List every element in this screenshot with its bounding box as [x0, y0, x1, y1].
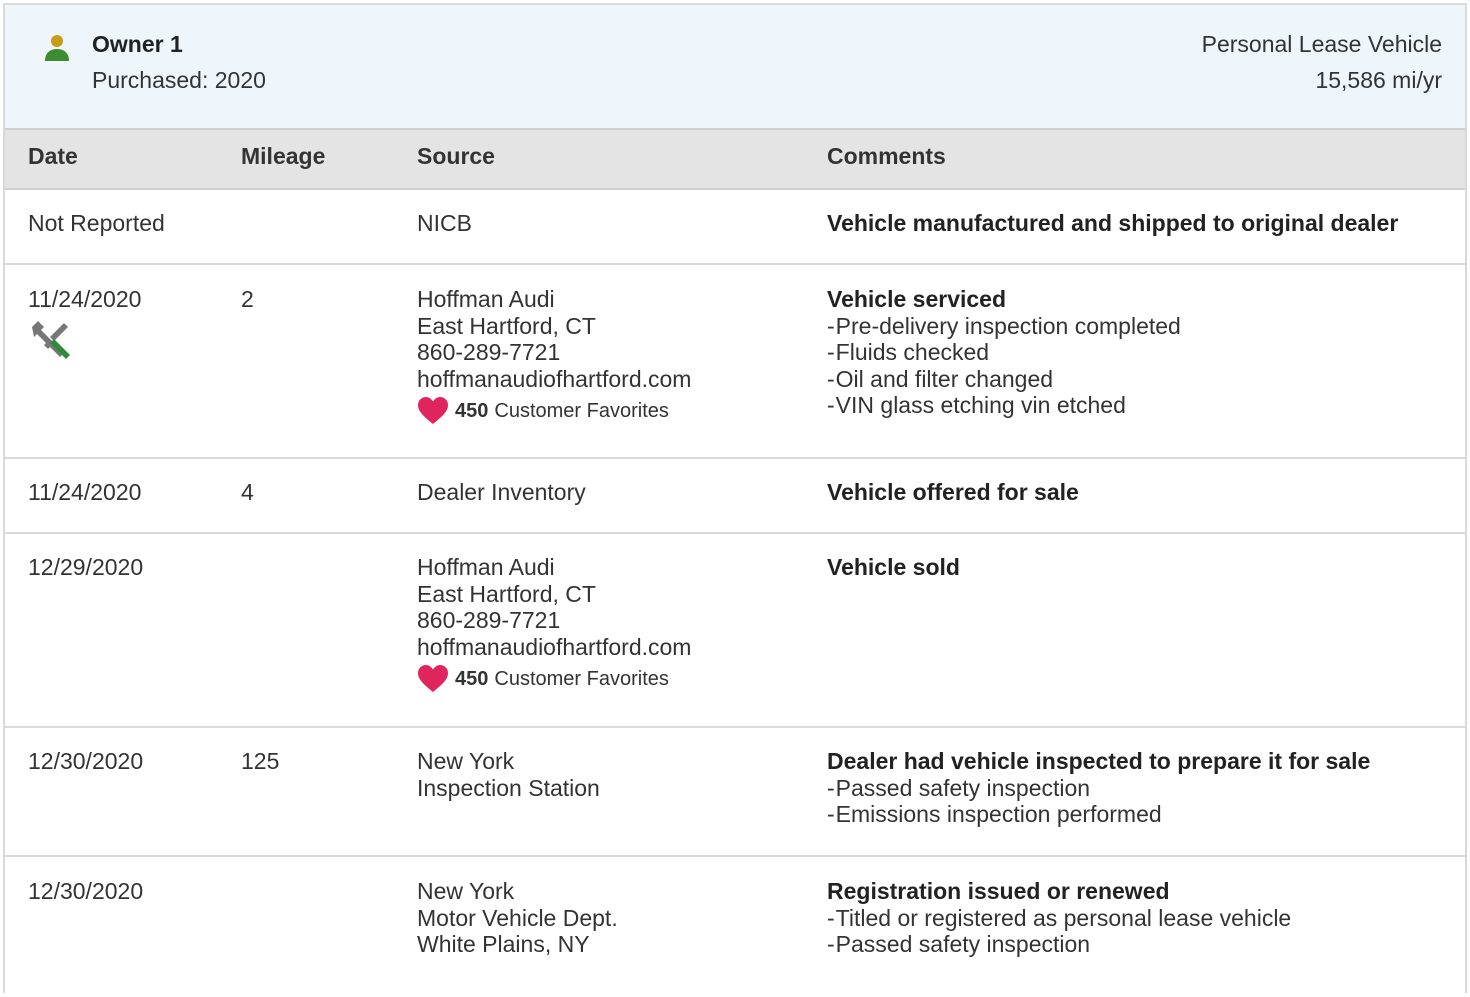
row-source: New York Inspection Station [417, 748, 600, 801]
comment-item: Oil and filter changed [827, 366, 1181, 393]
row-date: 11/24/2020 [28, 479, 142, 505]
comment-item: Fluids checked [827, 339, 1181, 366]
comment-item: Pre-delivery inspection completed [827, 313, 1181, 340]
row-source: NICB [417, 210, 472, 237]
source-phone[interactable]: 860-289-7721 [417, 339, 691, 366]
source-location: East Hartford, CT [417, 580, 596, 607]
table-row: 11/24/2020 4 Dealer Inventory Vehicle of… [5, 459, 1465, 534]
comment-title: Registration issued or renewed [827, 878, 1170, 904]
row-date: 12/29/2020 [28, 554, 144, 580]
source-line: NICB [417, 210, 472, 236]
table-header: Date Mileage Source Comments [5, 130, 1465, 190]
row-comments: Registration issued or renewed Titled or… [827, 878, 1291, 958]
comment-title: Vehicle sold [827, 554, 960, 580]
favorites-label: Customer Favorites [494, 399, 669, 422]
table-row: 11/24/2020 2 Hoffman Audi East Hartford,… [5, 265, 1465, 459]
favorites-label: Customer Favorites [494, 667, 669, 690]
row-comments: Dealer had vehicle inspected to prepare … [827, 748, 1370, 828]
source-line: New York [417, 748, 515, 774]
comment-title: Vehicle serviced [827, 286, 1007, 312]
vehicle-type: Personal Lease Vehicle [1201, 31, 1442, 57]
comment-title: Vehicle manufactured and shipped to orig… [827, 210, 1399, 236]
row-mileage: 125 [241, 748, 280, 774]
row-comments: Vehicle offered for sale [827, 479, 1079, 506]
comment-item: VIN glass etching vin etched [827, 392, 1181, 419]
service-wrench-icon [32, 320, 70, 359]
owner-header: Owner 1 Purchased: 2020 Personal Lease V… [5, 5, 1465, 130]
miles-per-year: 15,586 mi/yr [1315, 67, 1442, 93]
comment-item: Passed safety inspection [827, 931, 1291, 958]
column-header-comments: Comments [827, 143, 946, 169]
row-source: New York Motor Vehicle Dept. White Plain… [417, 878, 618, 958]
table-row: 12/30/2020 125 New York Inspection Stati… [5, 728, 1465, 857]
row-date: 11/24/2020 [28, 286, 142, 312]
source-line: New York [417, 878, 515, 904]
row-date: 12/30/2020 [28, 878, 144, 904]
source-line: White Plains, NY [417, 931, 590, 957]
comment-item: Emissions inspection performed [827, 801, 1370, 828]
row-date-cell: 11/24/2020 [28, 286, 141, 361]
table-row: Not Reported NICB Vehicle manufactured a… [5, 190, 1465, 265]
favorites-count: 450 [455, 399, 489, 422]
comment-title: Dealer had vehicle inspected to prepare … [827, 748, 1371, 774]
row-source: Dealer Inventory [417, 479, 586, 506]
column-header-source: Source [417, 143, 495, 169]
comment-item: Titled or registered as personal lease v… [827, 905, 1292, 932]
favorites-count: 450 [455, 667, 489, 690]
table-row: 12/30/2020 New York Motor Vehicle Dept. … [5, 857, 1465, 997]
source-website-link[interactable]: hoffmanaudiofhartford.com [417, 366, 691, 393]
column-header-mileage: Mileage [241, 143, 326, 169]
row-source: Hoffman Audi East Hartford, CT 860-289-7… [417, 554, 691, 694]
row-comments: Vehicle sold [827, 554, 960, 581]
customer-favorites[interactable]: 450 Customer Favorites [417, 396, 691, 426]
row-mileage: 2 [241, 286, 254, 312]
person-icon [45, 35, 69, 61]
column-header-date: Date [28, 143, 78, 169]
comment-item: Passed safety inspection [827, 775, 1370, 802]
heart-icon [418, 397, 448, 424]
row-date: Not Reported [28, 210, 165, 236]
source-dealer-name: Hoffman Audi [417, 554, 555, 580]
table-row: 12/29/2020 Hoffman Audi East Hartford, C… [5, 534, 1465, 728]
heart-icon [418, 665, 448, 692]
customer-favorites[interactable]: 450 Customer Favorites [417, 664, 691, 694]
owner-name: Owner 1 [92, 31, 183, 57]
source-location: East Hartford, CT [417, 312, 596, 339]
purchase-year: Purchased: 2020 [92, 67, 266, 93]
source-phone[interactable]: 860-289-7721 [417, 607, 691, 634]
comment-title: Vehicle offered for sale [827, 479, 1079, 505]
source-line: Motor Vehicle Dept. [417, 904, 618, 931]
source-website-link[interactable]: hoffmanaudiofhartford.com [417, 634, 691, 661]
source-line: Inspection Station [417, 774, 600, 801]
row-comments: Vehicle serviced Pre-delivery inspection… [827, 286, 1181, 419]
owner-history-panel: Owner 1 Purchased: 2020 Personal Lease V… [3, 3, 1467, 993]
row-comments: Vehicle manufactured and shipped to orig… [827, 210, 1398, 237]
source-dealer-name: Hoffman Audi [417, 286, 555, 312]
row-mileage: 4 [241, 479, 254, 505]
row-source: Hoffman Audi East Hartford, CT 860-289-7… [417, 286, 691, 426]
source-line: Dealer Inventory [417, 479, 586, 505]
row-date: 12/30/2020 [28, 748, 144, 774]
